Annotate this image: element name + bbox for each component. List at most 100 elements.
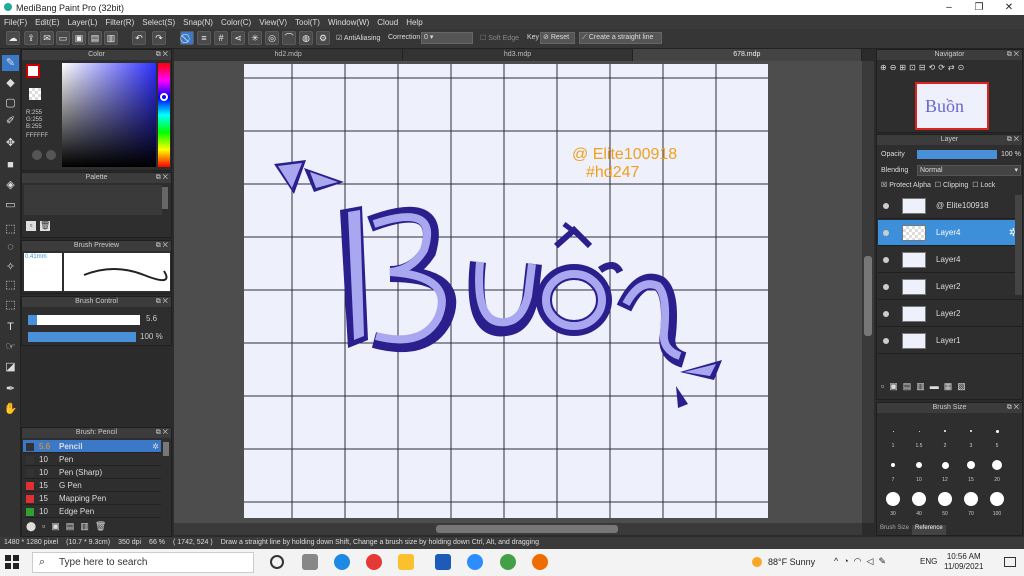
lock-checkbox[interactable]: ☐ Lock (972, 182, 995, 189)
volume-icon[interactable]: ◁ (867, 556, 879, 566)
menu-color[interactable]: Color(C) (221, 18, 251, 27)
chevron-up-icon[interactable]: ^ (834, 556, 843, 566)
straight-line-button[interactable]: ⟋ Create a straight line (579, 32, 662, 44)
maximize-button[interactable]: ❐ (964, 0, 994, 15)
brush-size-cell[interactable]: 1.5 (907, 419, 931, 451)
brush-size-cell[interactable]: 70 (959, 487, 983, 519)
new-halftone-layer-icon[interactable]: ▣ (889, 381, 903, 391)
layer-row[interactable]: Layer4 (878, 247, 1022, 273)
snap-curve-icon[interactable]: ⌒ (282, 31, 296, 45)
horizontal-scrollbar[interactable] (174, 523, 862, 535)
brush-size-cell[interactable]: 40 (907, 487, 931, 519)
rotate-right-icon[interactable]: ⟳ (938, 63, 948, 72)
brush-menu-icon[interactable]: ▣ (51, 521, 66, 531)
move-tool-icon[interactable]: ✥ (2, 135, 19, 151)
language-indicator[interactable]: ENG (920, 557, 937, 566)
menu-view[interactable]: View(V) (259, 18, 287, 27)
edge-icon[interactable] (334, 554, 350, 570)
menu-filter[interactable]: Filter(R) (105, 18, 134, 27)
brush-size-cell[interactable]: 100 (985, 487, 1009, 519)
word-icon[interactable] (435, 554, 451, 570)
brush-item-mapping-pen[interactable]: 15 Mapping Pen (23, 492, 161, 505)
tab-hd2[interactable]: hd2.mdp (174, 49, 404, 61)
brush-item-edge-pen[interactable]: 10 Edge Pen (23, 505, 161, 518)
zoom-actual-icon[interactable]: ⊟ (919, 63, 929, 72)
add-brush-icon[interactable]: ⬤ (26, 521, 42, 531)
brush-tool-icon[interactable]: ✎ (2, 55, 19, 71)
file-explorer-icon[interactable] (398, 554, 414, 570)
brush-opacity-slider[interactable] (28, 332, 136, 342)
add-palette-icon[interactable]: ▫ (26, 221, 36, 231)
select-pen-tool-icon[interactable]: ⬚ (2, 277, 19, 293)
menu-window[interactable]: Window(W) (328, 18, 369, 27)
delete-brush-icon[interactable]: 🗑 (95, 521, 112, 531)
zoom-fit-icon[interactable]: ⊡ (909, 63, 919, 72)
tab-brush-size[interactable]: Brush Size (877, 525, 912, 535)
snap-radial-icon[interactable]: ✳ (248, 31, 262, 45)
widgets-icon[interactable] (302, 554, 318, 570)
medibang-icon[interactable] (532, 554, 548, 570)
duplicate-layer-icon[interactable]: ▦ (944, 381, 958, 391)
layer-row[interactable]: Layer2 (878, 274, 1022, 300)
brush-size-cell[interactable]: 50 (933, 487, 957, 519)
hue-slider[interactable] (158, 63, 170, 167)
import-brush-icon[interactable]: ▤ (66, 521, 81, 531)
new-layer-icon[interactable]: ▫ (881, 381, 889, 391)
blending-select[interactable]: Normal ▾ (917, 165, 1021, 176)
chrome-icon[interactable] (366, 554, 382, 570)
image-icon[interactable]: ▤ (88, 31, 102, 45)
taskbar-search-box[interactable]: ⌕ Type here to search (32, 552, 254, 573)
save-icon[interactable]: ▣ (72, 31, 86, 45)
select-eraser-tool-icon[interactable]: ⬚ (2, 297, 19, 313)
fill-rect-tool-icon[interactable]: ■ (2, 157, 19, 173)
correction-select[interactable]: 0 ▾ (421, 32, 473, 44)
panel-close-icon[interactable]: ⧉ ✕ (156, 241, 168, 251)
zoom-in-icon[interactable]: ⊕ (880, 63, 890, 72)
redo-icon[interactable]: ↷ (152, 31, 166, 45)
operation-tool-icon[interactable]: ☞ (2, 339, 19, 355)
layer-row[interactable]: Layer1 (878, 328, 1022, 354)
brush-item-pen-sharp[interactable]: 10 Pen (Sharp) (23, 466, 161, 479)
panel-close-icon[interactable]: ⧉ ✕ (156, 50, 168, 60)
brush-size-cell[interactable]: 7 (881, 453, 905, 485)
copy-brush-icon[interactable]: ▥ (80, 521, 95, 531)
undo-icon[interactable]: ↶ (132, 31, 146, 45)
menu-select[interactable]: Select(S) (142, 18, 175, 27)
brush-settings-icon[interactable]: ✲ (152, 440, 159, 453)
divide-tool-icon[interactable]: ◪ (2, 359, 19, 375)
file-icon[interactable]: ▥ (104, 31, 118, 45)
brush-size-cell[interactable]: 3 (959, 419, 983, 451)
new-8bit-layer-icon[interactable]: ▤ (903, 381, 917, 391)
snap-off-icon[interactable]: ⃠ (180, 31, 194, 45)
share-icon[interactable]: ⇪ (24, 31, 38, 45)
flip-icon[interactable]: ⇄ (948, 63, 958, 72)
brush-size-cell[interactable]: 2 (933, 419, 957, 451)
select-tool-icon[interactable]: ⬚ (2, 221, 19, 237)
bucket-tool-icon[interactable]: ◈ (2, 177, 19, 193)
panel-close-icon[interactable]: ⧉ ✕ (156, 428, 168, 438)
palette-scrollbar[interactable] (162, 187, 168, 209)
menu-snap[interactable]: Snap(N) (183, 18, 213, 27)
merge-layer-icon[interactable]: ▧ (957, 381, 971, 391)
close-button[interactable]: ✕ (994, 0, 1024, 15)
menu-cloud[interactable]: Cloud (377, 18, 398, 27)
hue-handle[interactable] (160, 93, 168, 101)
brush-size-cell[interactable]: 12 (933, 453, 957, 485)
color-square[interactable] (62, 63, 156, 167)
wifi-icon[interactable]: ◠ (854, 556, 867, 566)
menu-file[interactable]: File(F) (4, 18, 27, 27)
color-options-icon[interactable] (46, 150, 56, 160)
visibility-icon[interactable] (883, 311, 889, 317)
new-folder-icon[interactable]: ▬ (930, 381, 944, 391)
horizontal-scroll-thumb[interactable] (436, 525, 618, 533)
menu-layer[interactable]: Layer(L) (68, 18, 98, 27)
brush-size-cell[interactable]: 30 (881, 487, 905, 519)
layer-row[interactable]: @ Elite100918 (878, 193, 1022, 219)
new-brush-icon[interactable]: ▫ (42, 521, 51, 531)
foreground-color-swatch[interactable] (26, 64, 40, 78)
snap-settings-icon[interactable]: ⚙ (316, 31, 330, 45)
reset-view-icon[interactable]: ⊙ (958, 63, 968, 72)
color-wheel-icon[interactable] (32, 150, 42, 160)
zoom-out-icon[interactable]: ⊖ (890, 63, 900, 72)
visibility-icon[interactable] (883, 230, 889, 236)
